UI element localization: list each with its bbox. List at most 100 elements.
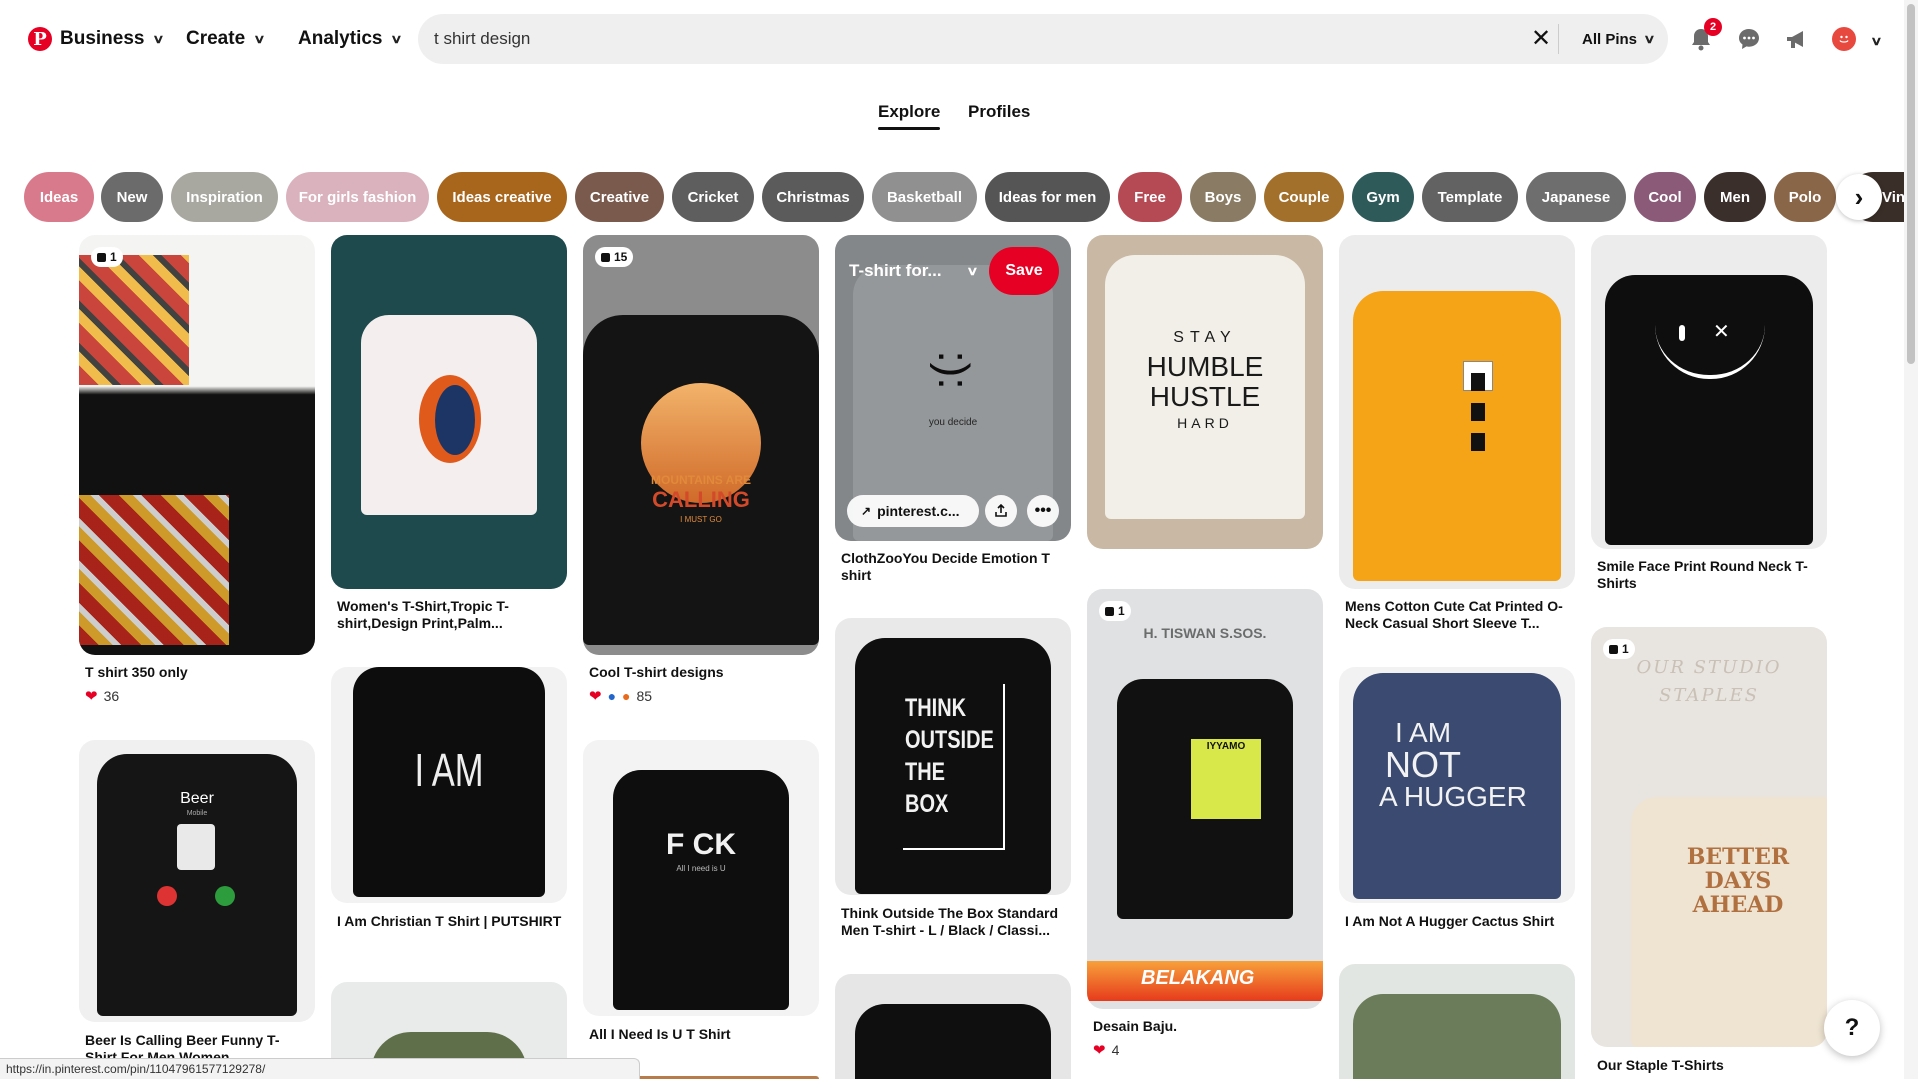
share-icon[interactable] bbox=[985, 495, 1017, 527]
pin-card[interactable]: H. TISWAN S.SOS. IYYAMO BELAKANG 1 Desai… bbox=[1087, 589, 1323, 1059]
chip-template[interactable]: Template bbox=[1422, 172, 1518, 222]
shirt-print-text: CALLING bbox=[652, 487, 750, 512]
pin-card[interactable]: STAY HUMBLE HUSTLE HARD bbox=[1087, 235, 1323, 550]
pin-title[interactable]: Desain Baju. bbox=[1093, 1018, 1319, 1035]
chip-cool[interactable]: Cool bbox=[1634, 172, 1696, 222]
heart-reaction-icon: ❤ bbox=[85, 688, 98, 705]
chip-free[interactable]: Free bbox=[1118, 172, 1182, 222]
chips-next-arrow-icon[interactable]: › bbox=[1836, 174, 1882, 220]
pin-card[interactable]: THINK OUTSIDE THE BOX Think Outside The … bbox=[835, 618, 1071, 948]
pin-card[interactable]: I AM NOT A HUGGER I Am Not A Hugger Cact… bbox=[1339, 667, 1575, 957]
chip-polo[interactable]: Polo bbox=[1774, 172, 1836, 222]
pin-image[interactable]: STAY HUMBLE HUSTLE HARD bbox=[1087, 235, 1323, 549]
pin-card[interactable]: Mens Cotton Cute Cat Printed O-Neck Casu… bbox=[1339, 235, 1575, 635]
pin-image[interactable]: MOUNTAINS ARE CALLING I MUST GO bbox=[583, 235, 819, 655]
pin-card[interactable]: :): you decide T-shirt for... ∨ Save ↗ p… bbox=[835, 235, 1071, 585]
chip-inspiration[interactable]: Inspiration bbox=[171, 172, 278, 222]
pin-card[interactable] bbox=[1339, 964, 1575, 1079]
chip-gym[interactable]: Gym bbox=[1352, 172, 1414, 222]
pin-image[interactable]: H. TISWAN S.SOS. IYYAMO BELAKANG bbox=[1087, 589, 1323, 1009]
pin-title[interactable]: Cool T-shirt designs bbox=[589, 664, 815, 681]
chip-ideas-for-men[interactable]: Ideas for men bbox=[985, 172, 1110, 222]
source-link-button[interactable]: ↗ pinterest.c... bbox=[847, 495, 979, 527]
pin-card[interactable]: Beer Mobile Beer Is Calling Beer Funny T… bbox=[79, 740, 315, 1070]
pin-image[interactable]: ✕ bbox=[1591, 235, 1827, 549]
pin-image[interactable] bbox=[1339, 235, 1575, 589]
multi-pin-badge: 15 bbox=[595, 247, 634, 267]
tab-explore[interactable]: Explore bbox=[878, 102, 941, 130]
tab-profiles[interactable]: Profiles bbox=[968, 102, 1030, 122]
pinterest-logo-icon[interactable]: P bbox=[28, 27, 52, 51]
pin-type-filter[interactable]: All Pins ∨ bbox=[1582, 26, 1656, 52]
pin-title[interactable]: Smile Face Print Round Neck T-Shirts bbox=[1597, 558, 1823, 592]
pin-title[interactable]: All I Need Is U T Shirt bbox=[589, 1026, 815, 1043]
chip-cricket[interactable]: Cricket bbox=[672, 172, 754, 222]
search-input[interactable] bbox=[434, 29, 1484, 49]
pin-card[interactable]: OUR STUDIO STAPLES BETTER DAYS AHEAD 1 O… bbox=[1591, 627, 1827, 1079]
haha-reaction-icon: ● bbox=[622, 688, 631, 704]
heart-reaction-icon: ❤ bbox=[589, 688, 602, 705]
page-scrollbar[interactable] bbox=[1904, 0, 1918, 1079]
pin-title[interactable]: I Am Not A Hugger Cactus Shirt bbox=[1345, 913, 1571, 930]
shirt-print-text: A HUGGER bbox=[1379, 781, 1527, 812]
pin-image[interactable]: Beer Mobile bbox=[79, 740, 315, 1022]
pin-title[interactable]: T shirt 350 only bbox=[85, 664, 311, 681]
chip-basketball[interactable]: Basketball bbox=[872, 172, 977, 222]
pin-filter-label: All Pins bbox=[1582, 30, 1638, 48]
pin-card[interactable]: MOUNTAINS ARE CALLING I MUST GO 15 Cool … bbox=[583, 235, 819, 705]
chip-creative[interactable]: Creative bbox=[575, 172, 664, 222]
copy-icon bbox=[1105, 606, 1114, 616]
clear-search-icon[interactable]: ✕ bbox=[1524, 22, 1558, 56]
user-avatar[interactable] bbox=[1832, 27, 1856, 51]
shirt-print-text: AHEAD bbox=[1692, 892, 1784, 918]
pin-image[interactable]: I AM NOT A HUGGER bbox=[1339, 667, 1575, 903]
help-button[interactable]: ? bbox=[1824, 1000, 1880, 1056]
more-options-icon[interactable]: ••• bbox=[1027, 495, 1059, 527]
pin-image[interactable] bbox=[1339, 964, 1575, 1079]
board-selector[interactable]: T-shirt for... ∨ bbox=[849, 261, 978, 281]
chip-for-girls-fashion[interactable]: For girls fashion bbox=[286, 172, 429, 222]
shirt-print-text: Beer bbox=[180, 790, 214, 807]
account-menu-chevron-icon[interactable]: ∨ bbox=[1870, 26, 1882, 56]
pin-card[interactable]: ✕ Smile Face Print Round Neck T-Shirts bbox=[1591, 235, 1827, 605]
pin-title[interactable]: Women's T-Shirt,Tropic T-shirt,Design Pr… bbox=[337, 598, 563, 632]
chip-new[interactable]: New bbox=[101, 172, 163, 222]
pin-image[interactable]: F CK All I need is U bbox=[583, 740, 819, 1016]
nav-business[interactable]: Business ∨ bbox=[60, 24, 165, 54]
pin-title[interactable]: ClothZooYou Decide Emotion T shirt bbox=[841, 550, 1067, 584]
pin-title[interactable]: I Am Christian T Shirt | PUTSHIRT bbox=[337, 913, 563, 930]
pin-title[interactable]: Mens Cotton Cute Cat Printed O-Neck Casu… bbox=[1345, 598, 1571, 632]
chip-ideas-creative[interactable]: Ideas creative bbox=[437, 172, 567, 222]
pin-title[interactable]: Our Staple T-Shirts bbox=[1597, 1057, 1823, 1074]
chip-boys[interactable]: Boys bbox=[1190, 172, 1256, 222]
pin-card[interactable]: F CK All I need is U All I Need Is U T S… bbox=[583, 740, 819, 1050]
pin-card[interactable]: Women's T-Shirt,Tropic T-shirt,Design Pr… bbox=[331, 235, 567, 635]
pin-card[interactable]: 1 T shirt 350 only ❤ 36 bbox=[79, 235, 315, 705]
pin-image[interactable]: OUR STUDIO STAPLES BETTER DAYS AHEAD bbox=[1591, 627, 1827, 1047]
pin-image[interactable]: I AM bbox=[331, 667, 567, 903]
pin-image[interactable] bbox=[835, 974, 1071, 1079]
pin-title[interactable]: Think Outside The Box Standard Men T-shi… bbox=[841, 905, 1067, 939]
shirt-print-text: MOUNTAINS ARE bbox=[651, 473, 751, 487]
chip-christmas[interactable]: Christmas bbox=[762, 172, 864, 222]
chip-couple[interactable]: Couple bbox=[1264, 172, 1344, 222]
chip-men[interactable]: Men bbox=[1704, 172, 1766, 222]
chip-ideas[interactable]: Ideas bbox=[24, 172, 94, 222]
pin-image[interactable]: THINK OUTSIDE THE BOX bbox=[835, 618, 1071, 895]
save-button[interactable]: Save bbox=[989, 247, 1059, 295]
announcement-megaphone-icon[interactable] bbox=[1780, 22, 1814, 56]
nav-analytics[interactable]: Analytics ∨ bbox=[298, 24, 403, 54]
copy-icon bbox=[97, 252, 106, 262]
pin-card[interactable]: I AM I Am Christian T Shirt | PUTSHIRT bbox=[331, 667, 567, 957]
shirt-print-block: I AM NOT A HUGGER bbox=[1379, 717, 1527, 813]
messages-icon[interactable] bbox=[1732, 22, 1766, 56]
scrollbar-thumb[interactable] bbox=[1907, 4, 1915, 364]
multi-pin-badge: 1 bbox=[91, 247, 123, 267]
nav-create[interactable]: Create ∨ bbox=[186, 24, 266, 54]
pin-reactions: ❤ 36 bbox=[85, 687, 119, 705]
pin-image[interactable] bbox=[79, 235, 315, 655]
pin-card[interactable] bbox=[835, 974, 1071, 1079]
chip-japanese[interactable]: Japanese bbox=[1526, 172, 1626, 222]
pin-count: 15 bbox=[614, 250, 628, 264]
pin-image[interactable] bbox=[331, 235, 567, 589]
